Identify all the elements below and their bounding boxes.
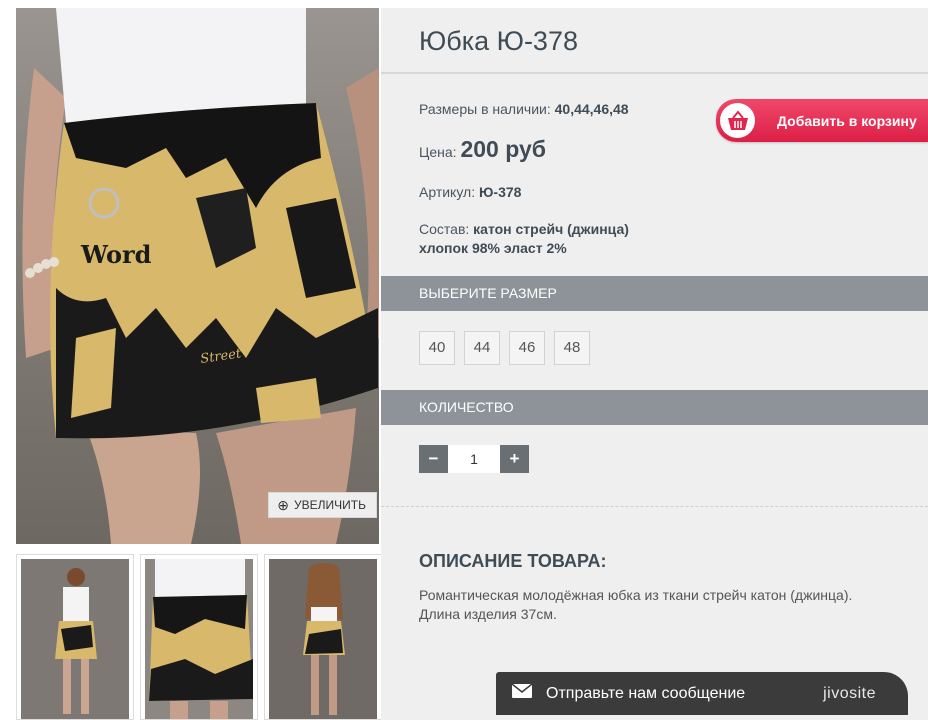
product-title: Юбка Ю-378 — [419, 26, 578, 56]
quantity-section-header: КОЛИЧЕСТВО — [381, 390, 928, 425]
size-option-44[interactable]: 44 — [464, 331, 500, 365]
quantity-input[interactable]: 1 — [448, 445, 500, 473]
article: Артикул: Ю-378 — [419, 184, 521, 200]
quantity-section-title: КОЛИЧЕСТВО — [419, 399, 514, 415]
product-info-panel: Юбка Ю-378 Размеры в наличии: 40,44,46,4… — [381, 8, 928, 720]
size-section-header: ВЫБЕРИТЕ РАЗМЕР — [381, 276, 928, 311]
magnifier-icon: ⊕ — [277, 497, 290, 513]
price-label: Цена: — [419, 144, 457, 160]
sizes-available: Размеры в наличии: 40,44,46,48 — [419, 101, 629, 117]
description-line-2: Длина изделия 37см. — [419, 606, 557, 622]
legs — [86, 428, 200, 544]
quantity-plus-button[interactable]: + — [500, 445, 529, 473]
composition: Состав: катон стрейч (джинца) хлопок 98%… — [419, 220, 629, 258]
chat-label: Отправьте нам сообщение — [546, 684, 746, 702]
size-option-46[interactable]: 46 — [509, 331, 545, 365]
add-to-cart-button[interactable]: Добавить в корзину — [716, 99, 928, 142]
chat-widget[interactable]: Отправьте нам сообщение jivosite — [496, 672, 908, 715]
price: Цена: 200 руб — [419, 136, 546, 163]
price-value: 200 руб — [460, 136, 546, 162]
envelope-icon — [511, 683, 533, 703]
size-section-title: ВЫБЕРИТЕ РАЗМЕР — [419, 285, 557, 301]
description-line-1: Романтическая молодёжная юбка из ткани с… — [419, 587, 853, 603]
section-divider — [381, 506, 928, 507]
sizes-value: 40,44,46,48 — [554, 101, 629, 117]
thumbnail-strip — [16, 554, 382, 720]
sizes-label: Размеры в наличии: — [419, 101, 551, 117]
composition-value-2: хлопок 98% эласт 2% — [419, 240, 567, 256]
thumbnail-front-full[interactable] — [16, 554, 134, 720]
basket-icon — [720, 103, 755, 138]
add-to-cart-label: Добавить в корзину — [777, 112, 917, 129]
article-label: Артикул: — [419, 184, 476, 200]
size-option-48[interactable]: 48 — [554, 331, 590, 365]
article-value: Ю-378 — [478, 184, 522, 200]
quantity-stepper: − 1 + — [419, 445, 529, 473]
title-bar: Юбка Ю-378 — [381, 8, 928, 74]
thumbnail-skirt-closeup[interactable] — [140, 554, 258, 720]
jivosite-logo: jivosite — [823, 684, 876, 702]
composition-value-1: катон стрейч (джинца) — [473, 221, 629, 237]
zoom-label: УВЕЛИЧИТЬ — [294, 498, 366, 512]
thumbnail-back-full[interactable] — [264, 554, 382, 720]
main-product-photo[interactable]: Word style Street ⊕ УВЕЛИЧИТЬ — [16, 8, 379, 544]
size-option-40[interactable]: 40 — [419, 331, 455, 365]
description-text: Романтическая молодёжная юбка из ткани с… — [419, 586, 924, 624]
skirt-word-text: Word — [80, 240, 152, 269]
quantity-minus-button[interactable]: − — [419, 445, 448, 473]
description-heading: ОПИСАНИЕ ТОВАРА: — [419, 551, 607, 571]
zoom-button[interactable]: ⊕ УВЕЛИЧИТЬ — [268, 492, 377, 518]
composition-label: Состав: — [419, 221, 470, 237]
